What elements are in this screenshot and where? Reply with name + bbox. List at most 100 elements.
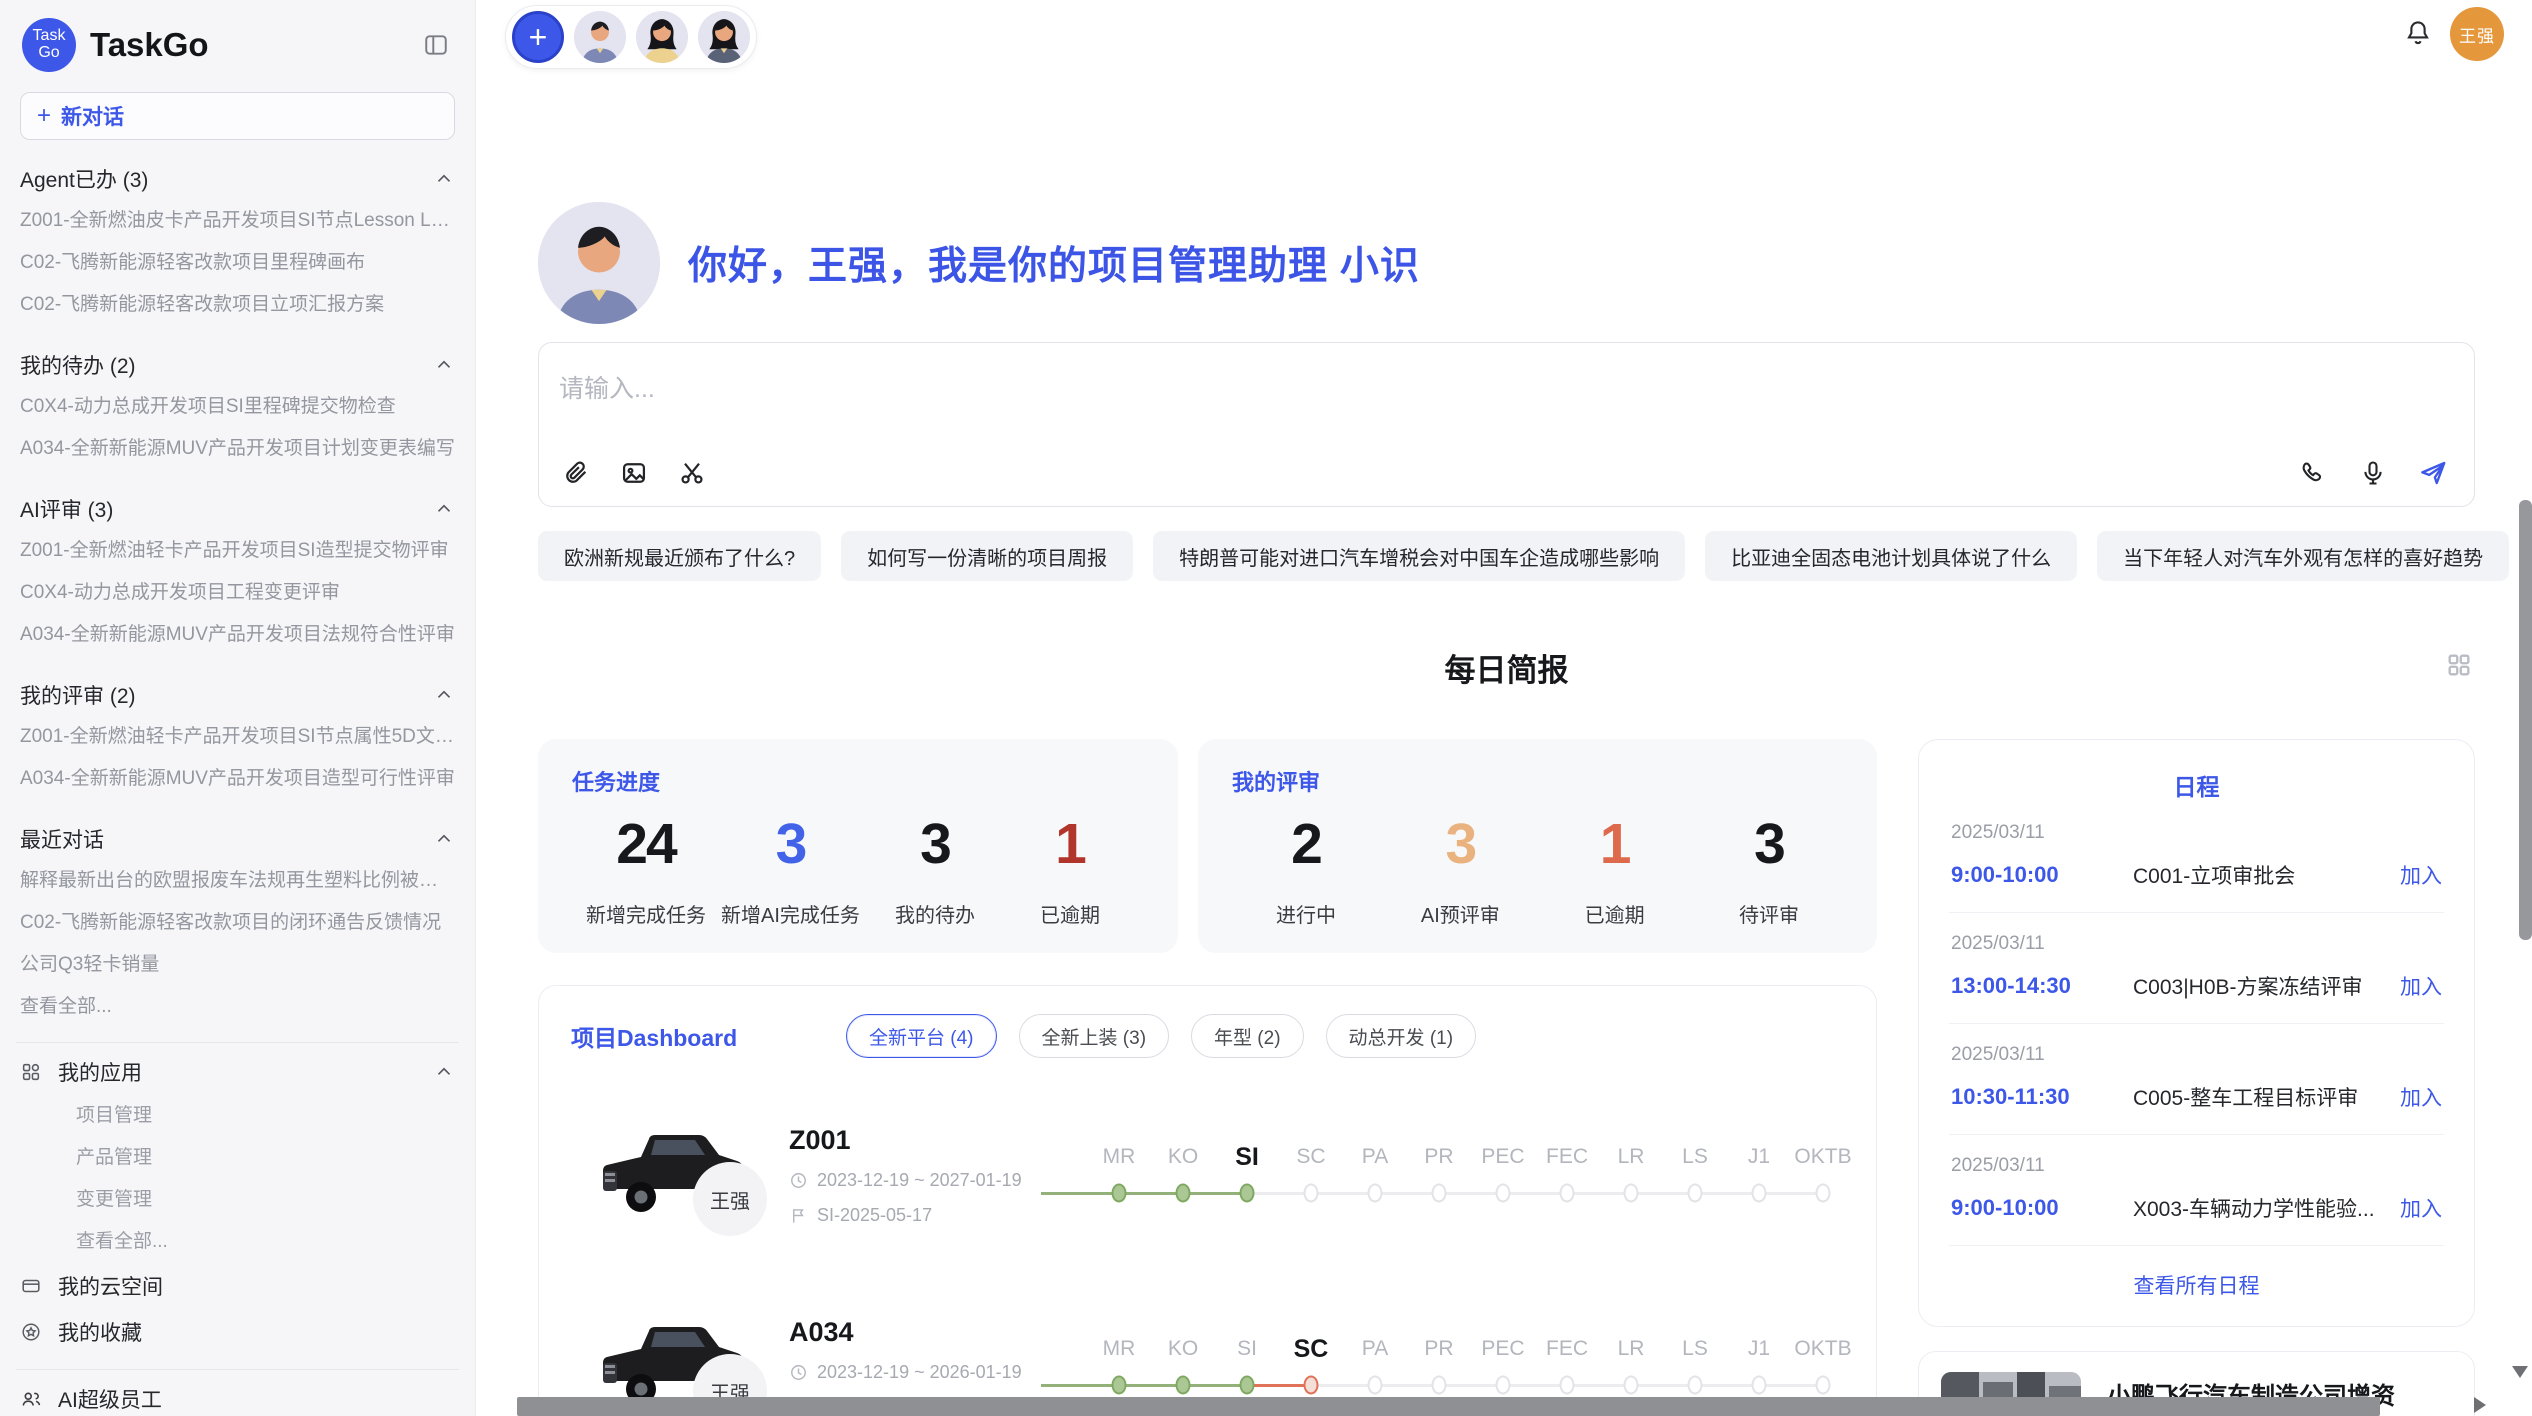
- event-date: 2025/03/11: [1951, 1044, 2442, 1066]
- sidebar-app-item[interactable]: 产品管理: [20, 1137, 455, 1179]
- sidebar-item[interactable]: 公司Q3轻卡销量: [20, 944, 455, 986]
- daily-briefing-title: 每日简报: [538, 645, 2475, 690]
- milestone-LS: LS: [1663, 1331, 1727, 1403]
- milestone-dot-row: [1663, 1175, 1727, 1211]
- owner-badge: 王强: [693, 1162, 767, 1236]
- user-avatar[interactable]: 王强: [2450, 7, 2504, 61]
- sidebar-item[interactable]: Z001-全新燃油皮卡产品开发项目SI节点Lesson Learn报告: [20, 200, 455, 242]
- suggestion-chip-0[interactable]: 欧洲新规最近颁布了什么?: [538, 531, 821, 581]
- suggestion-chip-1[interactable]: 如何写一份清晰的项目周报: [841, 531, 1133, 581]
- microphone-icon[interactable]: [2358, 458, 2388, 488]
- project-row[interactable]: 王强Z0012023-12-19 ~ 2027-01-19SI-2025-05-…: [571, 1100, 1844, 1250]
- stat-value: 3: [721, 811, 860, 877]
- scissors-icon[interactable]: [677, 458, 707, 488]
- horizontal-scrollbar[interactable]: [517, 1397, 2380, 1416]
- phone-call-icon[interactable]: [2298, 458, 2328, 488]
- sidebar-item[interactable]: C0X4-动力总成开发项目SI里程碑提交物检查: [20, 386, 455, 428]
- sidebar-item[interactable]: C0X4-动力总成开发项目工程变更评审: [20, 572, 455, 614]
- milestone-SI: SI: [1215, 1331, 1279, 1403]
- vertical-scrollbar[interactable]: [2519, 500, 2532, 940]
- sidebar-item[interactable]: 解释最新出台的欧盟报废车法规再生塑料比例被调至15%...: [20, 860, 455, 902]
- sidebar-app-item[interactable]: 查看全部...: [20, 1221, 455, 1263]
- sidebar-section-header[interactable]: 我的待办 (2): [20, 344, 455, 386]
- milestone-label: OKTB: [1791, 1139, 1855, 1175]
- chevron-up-icon[interactable]: [433, 684, 455, 706]
- attachment-icon[interactable]: [561, 458, 591, 488]
- sidebar-section-header[interactable]: Agent已办 (3): [20, 158, 455, 200]
- scroll-down-arrow[interactable]: [2512, 1366, 2528, 1378]
- chevron-up-icon[interactable]: [433, 168, 455, 190]
- app-logo: Task Go: [22, 18, 76, 72]
- filter-pill-2[interactable]: 年型 (2): [1191, 1014, 1304, 1058]
- suggestion-chip-2[interactable]: 特朗普可能对进口汽车增税会对中国车企造成哪些影响: [1153, 531, 1685, 581]
- sidebar-item[interactable]: A034-全新新能源MUV产品开发项目造型可行性评审: [20, 758, 455, 800]
- sidebar-section-header[interactable]: 最近对话: [20, 818, 455, 860]
- event-join-link[interactable]: 加入: [2400, 971, 2442, 1001]
- sidebar-section-header[interactable]: AI评审 (3): [20, 488, 455, 530]
- layout-grid-icon[interactable]: [2445, 651, 2473, 679]
- member-avatar-2[interactable]: [636, 11, 688, 63]
- milestone-dot: [1496, 1376, 1511, 1395]
- send-icon[interactable]: [2418, 458, 2448, 488]
- sidebar-item[interactable]: A034-全新新能源MUV产品开发项目计划变更表编写: [20, 428, 455, 470]
- milestone-PEC: PEC: [1471, 1331, 1535, 1403]
- chevron-up-icon[interactable]: [433, 354, 455, 376]
- scroll-right-arrow[interactable]: [2474, 1397, 2486, 1413]
- milestone-dot: [1112, 1184, 1127, 1203]
- milestone-label: PR: [1407, 1331, 1471, 1367]
- milestone-MR: MR: [1087, 1139, 1151, 1211]
- schedule-event-2: 2025/03/1110:30-11:30C005-整车工程目标评审加入: [1949, 1024, 2444, 1135]
- chevron-up-icon[interactable]: [433, 828, 455, 850]
- sidebar-collapse-icon[interactable]: [419, 28, 453, 62]
- sidebar-section-header[interactable]: 我的评审 (2): [20, 674, 455, 716]
- member-avatar-3[interactable]: [698, 11, 750, 63]
- sidebar-item[interactable]: C02-飞腾新能源轻客改款项目里程碑画布: [20, 242, 455, 284]
- stat-label: 已逾期: [1555, 899, 1675, 928]
- milestone-dot-row: [1343, 1175, 1407, 1211]
- sidebar-item[interactable]: C02-飞腾新能源轻客改款项目的闭环通告反馈情况: [20, 902, 455, 944]
- filter-pill-1[interactable]: 全新上装 (3): [1019, 1014, 1170, 1058]
- tool-label: AI超级员工: [58, 1384, 162, 1414]
- new-chat-button[interactable]: + 新对话: [20, 92, 455, 140]
- milestone-dot-row: [1215, 1175, 1279, 1211]
- sidebar-item[interactable]: C02-飞腾新能源轻客改款项目立项汇报方案: [20, 284, 455, 326]
- event-time: 10:30-11:30: [1951, 1084, 2109, 1110]
- sidebar-app-item[interactable]: 项目管理: [20, 1095, 455, 1137]
- milestone-KO: KO: [1151, 1331, 1215, 1403]
- chevron-up-icon[interactable]: [433, 1061, 455, 1083]
- sidebar-item[interactable]: Z001-全新燃油轻卡产品开发项目SI造型提交物评审: [20, 530, 455, 572]
- app-root: Task Go TaskGo + 新对话 Agent已办 (3)Z001-全新燃…: [0, 0, 2532, 1416]
- notifications-bell-icon[interactable]: [2403, 18, 2433, 48]
- milestone-label: PR: [1407, 1139, 1471, 1175]
- image-icon[interactable]: [619, 458, 649, 488]
- sidebar-item[interactable]: 查看全部...: [20, 986, 455, 1028]
- new-chat-label: 新对话: [61, 101, 124, 131]
- sidebar-app-item[interactable]: 变更管理: [20, 1179, 455, 1221]
- event-join-link[interactable]: 加入: [2400, 1082, 2442, 1112]
- filter-pill-0[interactable]: 全新平台 (4): [846, 1014, 997, 1058]
- member-avatar-1[interactable]: [574, 11, 626, 63]
- stat-label: 新增完成任务: [586, 899, 706, 928]
- filter-pill-3[interactable]: 动总开发 (1): [1326, 1014, 1477, 1058]
- suggestion-chip-4[interactable]: 当下年轻人对汽车外观有怎样的喜好趋势: [2097, 531, 2509, 581]
- stat-label: 待评审: [1709, 899, 1829, 928]
- add-member-button[interactable]: +: [512, 11, 564, 63]
- sidebar-item[interactable]: Z001-全新燃油轻卡产品开发项目SI节点属性5D文件评审: [20, 716, 455, 758]
- milestone-dot-row: [1471, 1175, 1535, 1211]
- sidebar-item[interactable]: A034-全新新能源MUV产品开发项目法规符合性评审: [20, 614, 455, 656]
- stat-item: 24新增完成任务: [586, 811, 706, 928]
- sidebar-item-cloud[interactable]: 我的云空间: [20, 1263, 455, 1309]
- chevron-up-icon[interactable]: [433, 498, 455, 520]
- chat-input[interactable]: [549, 359, 2274, 429]
- chat-input-card: [538, 342, 2475, 507]
- sidebar-item-my-apps[interactable]: 我的应用: [20, 1049, 455, 1095]
- sidebar-tool-item[interactable]: AI超级员工: [20, 1376, 455, 1416]
- event-join-link[interactable]: 加入: [2400, 1193, 2442, 1223]
- suggestion-chip-3[interactable]: 比亚迪全固态电池计划具体说了什么: [1705, 531, 2077, 581]
- sidebar-section-4: 最近对话解释最新出台的欧盟报废车法规再生塑料比例被调至15%...C02-飞腾新…: [20, 818, 455, 1028]
- event-join-link[interactable]: 加入: [2400, 860, 2442, 890]
- sidebar-item-favorites[interactable]: 我的收藏: [20, 1309, 455, 1355]
- milestone-label: PEC: [1471, 1331, 1535, 1367]
- milestone-dot: [1368, 1376, 1383, 1395]
- view-all-schedule-link[interactable]: 查看所有日程: [1949, 1270, 2444, 1300]
